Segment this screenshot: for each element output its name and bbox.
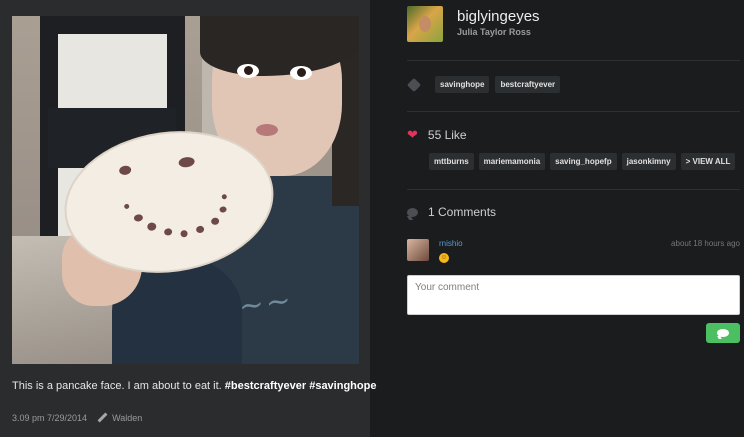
liker-pill[interactable]: saving_hopefp <box>550 153 617 170</box>
likes-count: 55 Like <box>427 128 467 142</box>
caption-hashtag[interactable]: #bestcraftyever <box>225 380 306 392</box>
pencil-icon <box>97 413 107 423</box>
comment-input[interactable] <box>407 275 740 315</box>
comment-time: about 18 hours ago <box>671 239 740 248</box>
likers-list: mttburns mariemamonia saving_hopefp jaso… <box>429 153 736 170</box>
comment-user[interactable]: rnishio <box>439 239 463 248</box>
full-name: Julia Taylor Ross <box>457 27 531 37</box>
send-comment-button[interactable] <box>706 323 740 343</box>
username[interactable]: biglyingeyes <box>457 8 540 25</box>
filter-name: Walden <box>112 413 143 423</box>
caption-hashtag[interactable]: #savinghope <box>309 380 376 392</box>
liker-pill[interactable]: mariemamonia <box>478 153 546 170</box>
comments-count: 1 Comments <box>428 205 497 219</box>
comments-header: 1 Comments <box>407 205 496 219</box>
liker-pill[interactable]: jasonkimny <box>621 153 676 170</box>
view-all-likes-button[interactable]: > VIEW ALL <box>680 153 736 170</box>
heart-icon[interactable]: ❤ <box>407 127 418 143</box>
likes-header: ❤ 55 Like <box>407 127 467 143</box>
caption-text: This is a pancake face. I am about to ea… <box>12 380 222 392</box>
tag-pill[interactable]: bestcraftyever <box>495 76 561 93</box>
smile-emoji-icon: ☺ <box>439 253 449 263</box>
tags-row: savinghope bestcraftyever <box>407 76 561 93</box>
comment-bubble-icon <box>407 207 418 217</box>
post-caption: This is a pancake face. I am about to ea… <box>12 380 376 392</box>
post-photo[interactable]: ~~~ <box>12 16 359 364</box>
send-comment-icon <box>717 329 729 337</box>
profile-header: biglyingeyes Julia Taylor Ross <box>407 6 540 42</box>
details-panel: biglyingeyes Julia Taylor Ross savinghop… <box>370 0 744 437</box>
post-timestamp: 3.09 pm 7/29/2014 <box>12 413 88 423</box>
divider <box>407 60 740 61</box>
divider <box>407 111 740 112</box>
filter-info: Walden <box>97 413 142 423</box>
post-meta: 3.09 pm 7/29/2014 Walden <box>12 413 142 423</box>
post-panel: ~~~ This is a pancake face. I am about t… <box>0 0 376 437</box>
tag-pill[interactable]: savinghope <box>435 76 490 93</box>
avatar[interactable] <box>407 239 429 261</box>
liker-pill[interactable]: mttburns <box>429 153 474 170</box>
tag-icon <box>407 80 421 90</box>
avatar[interactable] <box>407 6 443 42</box>
divider <box>407 189 740 190</box>
